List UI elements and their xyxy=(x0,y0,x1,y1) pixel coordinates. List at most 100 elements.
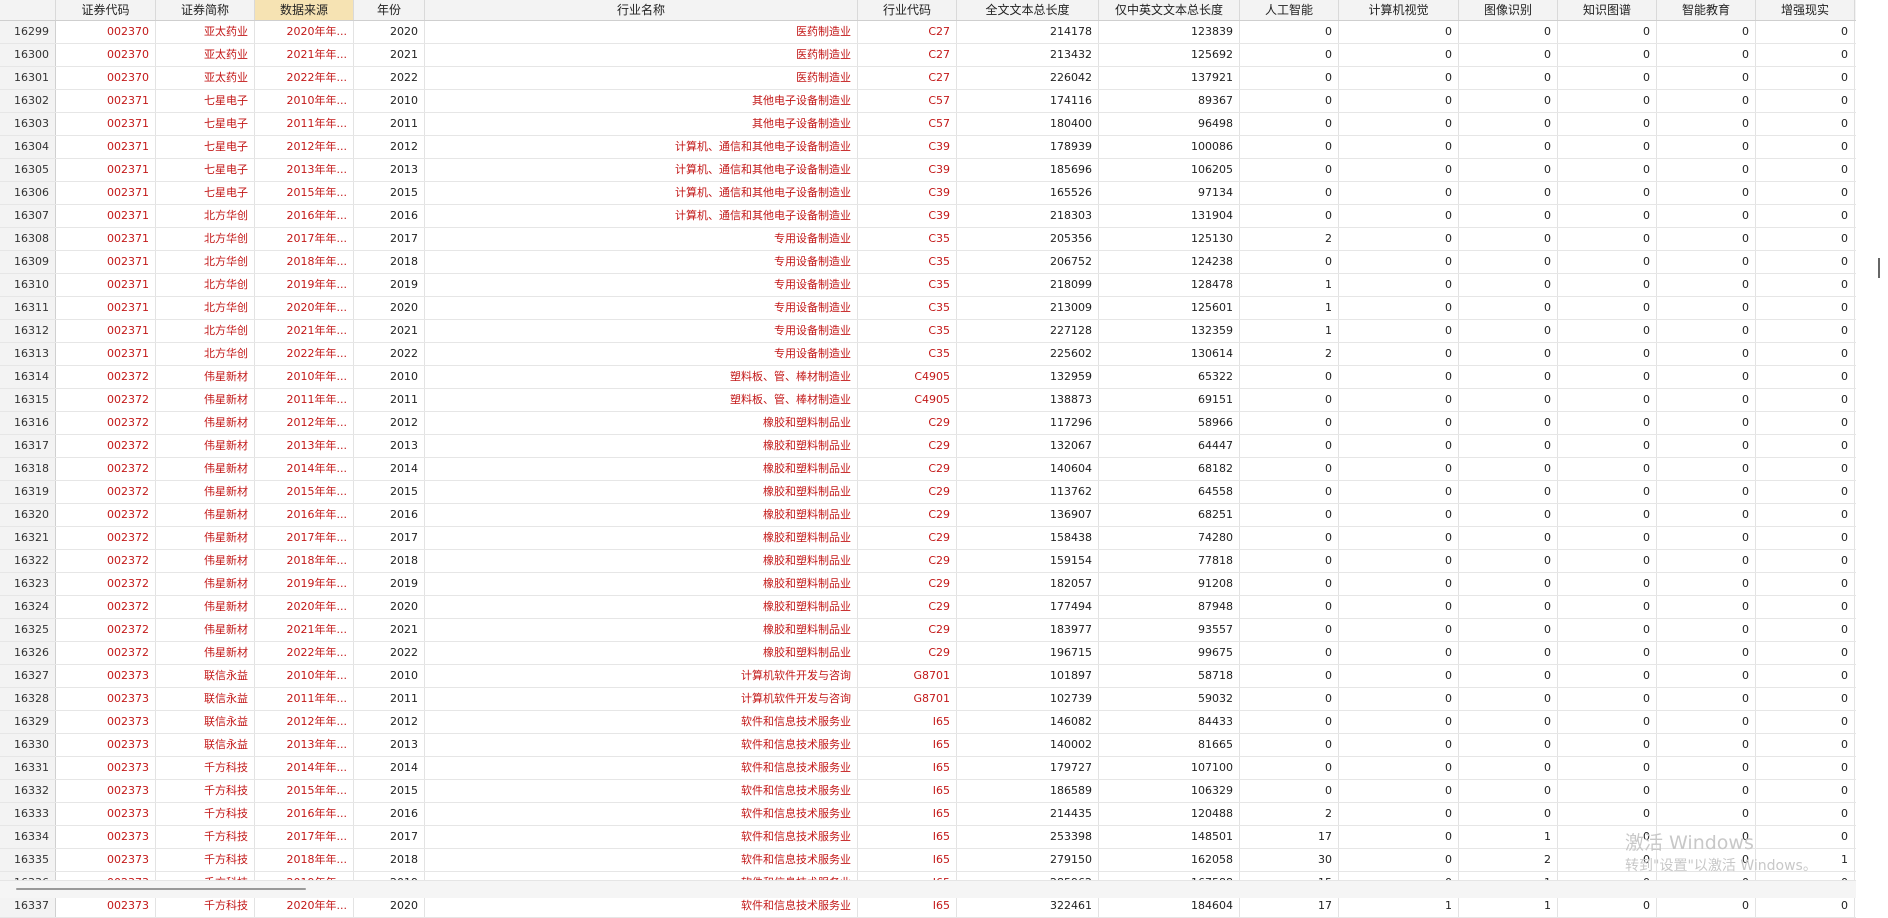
cell-security-code[interactable]: 002372 xyxy=(56,412,156,434)
cell-augmented-reality[interactable]: 0 xyxy=(1756,757,1855,779)
row-number[interactable]: 16312 xyxy=(0,320,56,342)
cell-computer-vision[interactable]: 0 xyxy=(1339,412,1459,434)
cell-data-source[interactable]: 2021年年... xyxy=(255,619,354,641)
cell-ai[interactable]: 0 xyxy=(1240,711,1339,733)
cell-ai[interactable]: 0 xyxy=(1240,251,1339,273)
cell-data-source[interactable]: 2010年年... xyxy=(255,665,354,687)
cell-cn-en-text-length[interactable]: 132359 xyxy=(1099,320,1240,342)
cell-data-source[interactable]: 2018年年... xyxy=(255,550,354,572)
cell-image-recognition[interactable]: 0 xyxy=(1459,205,1558,227)
cell-year[interactable]: 2011 xyxy=(354,113,425,135)
table-row[interactable]: 16314 002372 伟星新材 2010年年... 2010 塑料板、管、棒材制造业 C… xyxy=(0,366,1856,389)
row-number[interactable]: 16323 xyxy=(0,573,56,595)
cell-year[interactable]: 2019 xyxy=(354,573,425,595)
cell-industry-name[interactable]: 橡胶和塑料制品业 xyxy=(425,596,858,618)
cell-year[interactable]: 2014 xyxy=(354,757,425,779)
cell-image-recognition[interactable]: 0 xyxy=(1459,90,1558,112)
cell-image-recognition[interactable]: 0 xyxy=(1459,711,1558,733)
cell-augmented-reality[interactable]: 0 xyxy=(1756,90,1855,112)
cell-industry-name[interactable]: 计算机、通信和其他电子设备制造业 xyxy=(425,205,858,227)
cell-security-code[interactable]: 002371 xyxy=(56,228,156,250)
cell-year[interactable]: 2021 xyxy=(354,619,425,641)
row-number[interactable]: 16326 xyxy=(0,642,56,664)
cell-smart-education[interactable]: 0 xyxy=(1657,205,1756,227)
cell-cn-en-text-length[interactable]: 99675 xyxy=(1099,642,1240,664)
cell-industry-name[interactable]: 橡胶和塑料制品业 xyxy=(425,642,858,664)
cell-security-name[interactable]: 亚太药业 xyxy=(156,44,255,66)
row-number[interactable]: 16313 xyxy=(0,343,56,365)
cell-security-name[interactable]: 联信永益 xyxy=(156,734,255,756)
cell-data-source[interactable]: 2014年年... xyxy=(255,757,354,779)
cell-image-recognition[interactable]: 0 xyxy=(1459,596,1558,618)
cell-augmented-reality[interactable]: 0 xyxy=(1756,320,1855,342)
row-number[interactable]: 16321 xyxy=(0,527,56,549)
cell-security-code[interactable]: 002373 xyxy=(56,849,156,871)
row-number[interactable]: 16315 xyxy=(0,389,56,411)
cell-security-code[interactable]: 002373 xyxy=(56,803,156,825)
cell-cn-en-text-length[interactable]: 68182 xyxy=(1099,458,1240,480)
cell-image-recognition[interactable]: 0 xyxy=(1459,21,1558,43)
cell-smart-education[interactable]: 0 xyxy=(1657,44,1756,66)
cell-security-code[interactable]: 002372 xyxy=(56,389,156,411)
cell-security-name[interactable]: 伟星新材 xyxy=(156,527,255,549)
cell-augmented-reality[interactable]: 0 xyxy=(1756,205,1855,227)
cell-year[interactable]: 2018 xyxy=(354,550,425,572)
cell-augmented-reality[interactable]: 0 xyxy=(1756,274,1855,296)
cell-data-source[interactable]: 2012年年... xyxy=(255,711,354,733)
cell-security-name[interactable]: 伟星新材 xyxy=(156,481,255,503)
row-number[interactable]: 16301 xyxy=(0,67,56,89)
cell-cn-en-text-length[interactable]: 58966 xyxy=(1099,412,1240,434)
cell-cn-en-text-length[interactable]: 123839 xyxy=(1099,21,1240,43)
cell-security-code[interactable]: 002371 xyxy=(56,343,156,365)
cell-cn-en-text-length[interactable]: 58718 xyxy=(1099,665,1240,687)
cell-augmented-reality[interactable]: 0 xyxy=(1756,67,1855,89)
cell-cn-en-text-length[interactable]: 89367 xyxy=(1099,90,1240,112)
cell-industry-code[interactable]: C29 xyxy=(858,527,957,549)
cell-industry-code[interactable]: C29 xyxy=(858,481,957,503)
header-industry-name[interactable]: 行业名称 xyxy=(425,0,858,20)
table-row[interactable]: 16313 002371 北方华创 2022年年... 2022 专用设备制造业 C35 22… xyxy=(0,343,1856,366)
cell-computer-vision[interactable]: 0 xyxy=(1339,780,1459,802)
cell-knowledge-graph[interactable]: 0 xyxy=(1558,205,1657,227)
cell-year[interactable]: 2016 xyxy=(354,803,425,825)
table-row[interactable]: 16332 002373 千方科技 2015年年... 2015 软件和信息技术服务业 I6… xyxy=(0,780,1856,803)
cell-cn-en-text-length[interactable]: 106329 xyxy=(1099,780,1240,802)
cell-security-name[interactable]: 千方科技 xyxy=(156,780,255,802)
cell-industry-code[interactable]: C57 xyxy=(858,90,957,112)
cell-smart-education[interactable]: 0 xyxy=(1657,573,1756,595)
cell-industry-code[interactable]: I65 xyxy=(858,757,957,779)
cell-computer-vision[interactable]: 0 xyxy=(1339,389,1459,411)
cell-image-recognition[interactable]: 0 xyxy=(1459,251,1558,273)
cell-knowledge-graph[interactable]: 0 xyxy=(1558,757,1657,779)
cell-industry-name[interactable]: 专用设备制造业 xyxy=(425,274,858,296)
cell-computer-vision[interactable]: 0 xyxy=(1339,573,1459,595)
cell-data-source[interactable]: 2013年年... xyxy=(255,435,354,457)
row-number[interactable]: 16333 xyxy=(0,803,56,825)
row-number[interactable]: 16328 xyxy=(0,688,56,710)
cell-augmented-reality[interactable]: 0 xyxy=(1756,619,1855,641)
cell-industry-name[interactable]: 其他电子设备制造业 xyxy=(425,90,858,112)
cell-full-text-length[interactable]: 205356 xyxy=(957,228,1099,250)
cell-security-code[interactable]: 002372 xyxy=(56,366,156,388)
cell-year[interactable]: 2022 xyxy=(354,67,425,89)
cell-computer-vision[interactable]: 0 xyxy=(1339,504,1459,526)
table-row[interactable]: 16326 002372 伟星新材 2022年年... 2022 橡胶和塑料制品业 C29 1… xyxy=(0,642,1856,665)
row-number[interactable]: 16300 xyxy=(0,44,56,66)
cell-ai[interactable]: 1 xyxy=(1240,320,1339,342)
cell-image-recognition[interactable]: 0 xyxy=(1459,435,1558,457)
cell-augmented-reality[interactable]: 0 xyxy=(1756,136,1855,158)
cell-industry-name[interactable]: 塑料板、管、棒材制造业 xyxy=(425,389,858,411)
cell-data-source[interactable]: 2021年年... xyxy=(255,320,354,342)
cell-industry-name[interactable]: 计算机软件开发与咨询 xyxy=(425,688,858,710)
cell-knowledge-graph[interactable]: 0 xyxy=(1558,67,1657,89)
cell-industry-name[interactable]: 医药制造业 xyxy=(425,44,858,66)
cell-industry-code[interactable]: I65 xyxy=(858,849,957,871)
cell-ai[interactable]: 0 xyxy=(1240,665,1339,687)
cell-security-code[interactable]: 002373 xyxy=(56,734,156,756)
cell-full-text-length[interactable]: 180400 xyxy=(957,113,1099,135)
table-row[interactable]: 16321 002372 伟星新材 2017年年... 2017 橡胶和塑料制品业 C29 1… xyxy=(0,527,1856,550)
cell-full-text-length[interactable]: 165526 xyxy=(957,182,1099,204)
cell-full-text-length[interactable]: 159154 xyxy=(957,550,1099,572)
data-grid[interactable]: 证券代码 证券简称 数据来源 年份 行业名称 行业代码 全文文本总长度 仅中英文文本总长度 人工… xyxy=(0,0,1856,918)
cell-cn-en-text-length[interactable]: 81665 xyxy=(1099,734,1240,756)
